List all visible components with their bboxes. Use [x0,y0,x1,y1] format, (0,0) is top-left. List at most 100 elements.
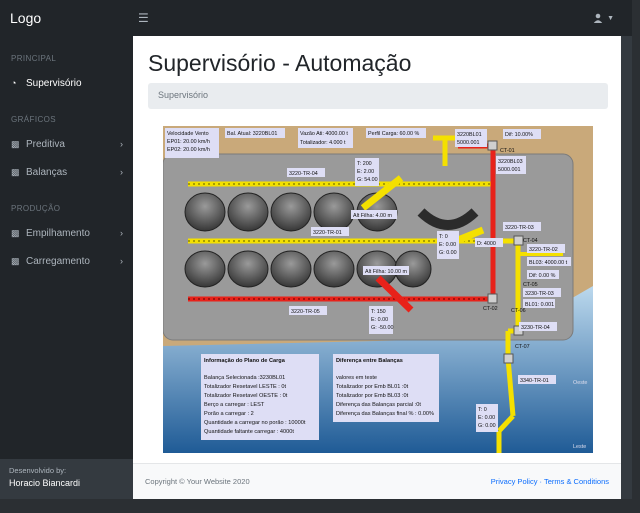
window-edge [632,0,640,513]
scada-diagram: Velocidade Vento EP01: 20.00 km/h EP02: … [163,126,593,453]
diferenca-title: Diferença entre Balanças [336,358,403,364]
plano-carga-title: Informação do Plano de Carga [204,358,286,364]
wind-ep02: EP02: 20.00 km/h [167,147,210,153]
developer-label: Desenvolvido by: [9,466,67,475]
section-heading-producao: PRODUÇÃO [11,204,61,213]
sidebar-item-carregamento[interactable]: ▩ Carregamento › [0,247,133,275]
chart-icon: ▩ [11,255,20,266]
page-title: Supervisório - Automação [148,50,412,76]
user-menu-button[interactable]: ▼ [593,13,614,23]
scale-bl01-id: 3220BL01 [457,132,482,138]
load-profile: Perfil Carga: 60.00 % [368,131,419,137]
ct06-label: CT-06 [511,308,526,314]
sidebar-item-label: Preditiva [26,138,65,150]
difference-mid: Dif: 0.00 % [529,273,556,279]
chart-icon: ▩ [11,227,20,238]
conveyor-tr04-label: 3220-TR-04 [289,171,318,177]
wind-ep01: EP01: 20.00 km/h [167,139,210,145]
ct07-label: CT-07 [515,344,530,350]
top-navbar: Logo ☰ ▼ [0,0,632,36]
reclaimer2-e: E: 0.00 [439,242,456,248]
diferenca-line: Diferença das Balanças parcial :0t [336,402,421,408]
page-footer: Copyright © Your Website 2020 Privacy Po… [133,463,621,499]
plano-line: Totalizador Resetavel LESTE : 0t [204,384,287,390]
shiploader-t: T: 0 [478,407,487,413]
plano-line: Quantidade faltante carregar : 4000t [204,429,294,435]
sidebar-item-label: Carregamento [26,255,90,267]
reclaimer2-g: G: 0.00 [439,250,457,256]
bottom-resize-handle[interactable] [0,499,640,513]
sidebar-item-label: Balanças [26,166,68,178]
bl01-total: BL01: 0.001 [525,302,554,308]
section-heading-graficos: GRÁFICOS [11,115,56,124]
chevron-right-icon: › [120,139,123,149]
chart-icon: ▩ [11,166,20,177]
menu-toggle-icon[interactable]: ☰ [138,11,149,25]
conveyor-tr03-label: 3220-TR-03 [505,225,534,231]
sidebar-item-preditiva[interactable]: ▩ Preditiva › [0,130,133,158]
scale-bl03-id: 3220BL03 [498,159,523,165]
sidebar-item-balancas[interactable]: ▩ Balanças › [0,158,133,186]
sidebar: PRINCIPAL ◔ Supervisório GRÁFICOS ▩ Pred… [0,36,133,499]
plano-line: Totalizador Resetavel OESTE : 0t [204,393,288,399]
ct04-label: CT-04 [523,238,538,244]
ct02-label: CT-02 [483,306,498,312]
diferenca-line: Totalizador por Emb BL01 :0t [336,384,409,390]
pile-height-2: Alt Filha: 10.00 m [365,269,407,275]
shiploader-g: G: 0.00 [478,423,496,429]
user-icon [593,13,603,23]
flow-totalizer: Totalizador: 4.000 t [300,140,346,146]
plano-line: Porão a carregar : 2 [204,411,254,417]
diferenca-line: valores em teste [336,375,377,381]
flow-rate: Vazão Ati: 4000.00 t [300,131,348,137]
caret-down-icon: ▼ [607,14,614,22]
diferenca-line: Diferença das Balanças final % : 0.00% [336,411,434,417]
current-scale: Bal. Atual: 3220BL01 [227,131,277,137]
chevron-right-icon: › [120,167,123,177]
sidebar-footer: Desenvolvido by: Horacio Biancardi [0,459,133,499]
sidebar-item-supervisorio[interactable]: ◔ Supervisório [0,69,133,97]
copyright-text: Copyright © Your Website 2020 [145,477,250,486]
footer-links[interactable]: Privacy Policy · Terms & Conditions [491,477,609,486]
pile-height-1: Alt Filha: 4.00 m [353,213,392,219]
plano-carga-panel: Informação do Plano de Carga Balança Sel… [201,354,319,440]
conveyor-tr02-label: 3220-TR-02 [529,247,558,253]
oeste-label: Oeste [573,380,587,386]
ct01-label: CT-01 [500,148,515,154]
main-content: Supervisório - Automação Supervisório Ve… [133,36,621,499]
conveyor-tr01-label: 3220-TR-01 [313,230,342,236]
reclaimer2-t: T: 0 [439,234,448,240]
diferenca-line: Totalizador por Emb BL03 :0t [336,393,409,399]
plano-line: Balança Selecionada :3230BL01 [204,375,285,381]
sidebar-item-label: Empilhamento [26,227,90,239]
scale-bl01-value: 5000.001 [457,140,479,146]
section-heading-principal: PRINCIPAL [11,54,57,63]
sidebar-item-label: Supervisório [26,77,82,89]
developer-name: Horacio Biancardi [9,478,81,488]
shiploader-e: E: 0.00 [478,415,495,421]
brand-logo[interactable]: Logo [0,10,133,26]
ct05-label: CT-05 [523,282,538,288]
sidebar-item-empilhamento[interactable]: ▩ Empilhamento › [0,219,133,247]
reclaimer3-e: E: 0.00 [371,317,388,323]
conveyor-3230-tr03-label: 3230-TR-03 [525,291,554,297]
bl03-total: BL03: 4000.00 t [529,260,568,266]
breadcrumb: Supervisório [148,83,608,109]
difference-top: Dif: 10.00% [505,132,533,138]
conveyor-tr05-label: 3220-TR-05 [291,309,320,315]
scale-bl03-value: 5000.001 [498,167,520,173]
scrollbar-track[interactable] [621,36,632,499]
reclaimer3-g: G: -50.00 [371,325,393,331]
chevron-right-icon: › [120,228,123,238]
reclaimer1-t: T: 200 [357,161,372,167]
reclaimer3-t: T: 150 [371,309,386,315]
wind-label: Velocidade Vento [167,131,209,137]
leste-label: Leste [573,444,586,450]
reclaimer1-e: E: 2.00 [357,169,374,175]
conveyor-3340-tr01-label: 3340-TR-01 [520,378,549,384]
diferenca-balancas-panel: Diferença entre Balanças valores em test… [333,354,439,422]
distance-value: D: 4000 [477,241,496,247]
gauge-icon: ◔ [11,78,17,88]
conveyor-3230-tr04-label: 3230-TR-04 [521,325,550,331]
plano-line: Quantidade a carregar no porão : 10000t [204,420,306,426]
